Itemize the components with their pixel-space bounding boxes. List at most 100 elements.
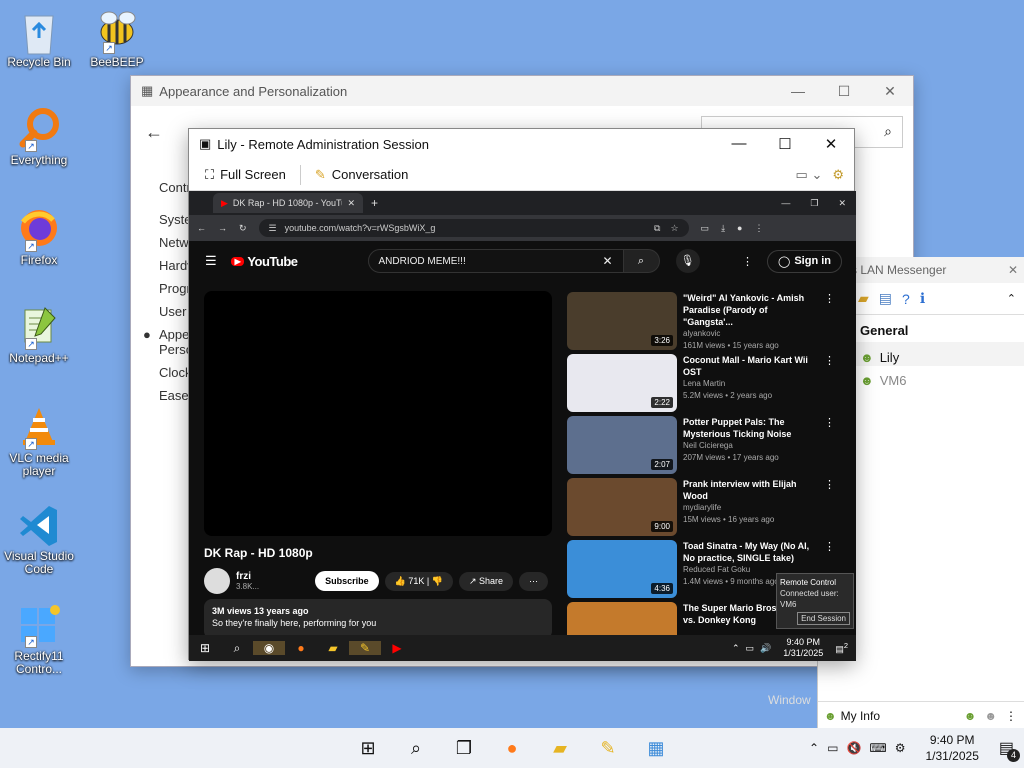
network-icon[interactable]: ▭ — [746, 643, 755, 654]
task-view-icon[interactable]: ❐ — [446, 738, 482, 759]
browser-tab[interactable]: ▶ DK Rap - HD 1080p - YouTube ✕ — [213, 193, 363, 213]
restore-button[interactable]: ❐ — [810, 198, 818, 209]
microphone-icon[interactable]: 🎙 — [675, 249, 700, 273]
chrome-icon[interactable]: ◉ — [253, 641, 285, 655]
control-panel-icon[interactable]: ▦ — [638, 738, 674, 759]
tab-close-icon[interactable]: ✕ — [347, 198, 355, 209]
video-menu-icon[interactable]: ⋮ — [824, 354, 835, 412]
start-icon[interactable]: ⊞ — [189, 641, 221, 655]
recommended-video[interactable]: 2:07 Potter Puppet Pals: The Mysterious … — [567, 416, 847, 474]
settings-gear-icon[interactable]: ⚙ — [832, 167, 844, 183]
minimize-button[interactable]: — — [775, 83, 821, 100]
reload-icon[interactable]: ↻ — [239, 223, 247, 234]
video-menu-icon[interactable]: ⋮ — [824, 478, 835, 536]
help-icon[interactable]: ? — [902, 291, 910, 307]
clock[interactable]: 9:40 PM 1/31/2025 — [925, 732, 978, 764]
remote-clock-time: 9:40 PM — [786, 637, 821, 647]
channel-avatar[interactable] — [204, 568, 230, 594]
close-button[interactable]: ✕ — [838, 198, 846, 209]
maximize-button[interactable]: ☐ — [762, 135, 808, 153]
keyboard-icon[interactable]: ⌨ — [869, 741, 886, 755]
volume-icon[interactable]: 🔊 — [760, 643, 771, 654]
tray-chevron-icon[interactable]: ⌃ — [809, 741, 819, 755]
clear-search-icon[interactable]: ✕ — [602, 254, 612, 268]
back-icon[interactable]: ← — [197, 223, 206, 233]
end-session-button[interactable]: End Session — [797, 612, 850, 625]
my-info-button[interactable]: My Info — [841, 709, 880, 723]
monitor-select-icon[interactable]: ▭ ⌄ — [796, 167, 823, 183]
youtube-search-input[interactable]: ANDRIOD MEME!!! ✕ — [367, 249, 624, 273]
messenger-icon[interactable]: ✎ — [349, 641, 381, 655]
minimize-button[interactable]: — — [716, 135, 762, 153]
info-icon[interactable]: ℹ — [920, 290, 925, 307]
messenger-icon[interactable]: ✎ — [590, 738, 626, 759]
subscribe-button[interactable]: Subscribe — [315, 571, 379, 591]
folder-icon[interactable]: ▰ — [858, 290, 869, 307]
share-button[interactable]: ↗ Share — [458, 571, 514, 591]
firefox-icon[interactable]: ● — [285, 641, 317, 655]
desktop-icon-label: Everything — [10, 153, 68, 167]
forward-icon[interactable]: → — [218, 223, 227, 233]
search-icon[interactable]: ⌕ — [398, 738, 434, 759]
video-menu-icon[interactable]: ⋮ — [824, 416, 835, 474]
open-external-icon[interactable]: ⧉ — [654, 223, 660, 234]
download-icon[interactable]: ⤓ — [721, 223, 725, 234]
desktop-icon-firefox[interactable]: ↗ Firefox — [0, 206, 78, 267]
minimize-button[interactable]: — — [781, 198, 790, 209]
network-icon[interactable]: ▭ — [827, 741, 838, 755]
desktop-icon-notepadpp[interactable]: ↗ Notepad++ — [0, 304, 78, 365]
conversation-button[interactable]: ✎ Conversation — [309, 165, 415, 185]
new-tab-icon[interactable]: + — [371, 196, 378, 210]
maximize-button[interactable]: ☐ — [821, 83, 867, 100]
desktop-icon-recycle-bin[interactable]: Recycle Bin — [0, 8, 78, 69]
video-description[interactable]: 3M views 13 years ago So they're finally… — [204, 599, 552, 639]
close-button[interactable]: ✕ — [808, 135, 854, 153]
video-menu-icon[interactable]: ⋮ — [824, 292, 835, 350]
desktop-icon-rectify11[interactable]: ↗ Rectify11 Contro... — [0, 602, 78, 676]
search-icon[interactable]: ⌕ — [623, 249, 660, 273]
address-bar[interactable]: ☰ youtube.com/watch?v=rWSgsbWiX_g ⧉ ☆ — [258, 219, 689, 237]
file-explorer-icon[interactable]: ▰ — [317, 641, 349, 655]
like-button[interactable]: 👍 71K | 👎 — [384, 571, 453, 591]
recommended-video[interactable]: 2:22 Coconut Mall - Mario Kart Wii OST Le… — [567, 354, 847, 412]
collapse-icon[interactable]: ⌃ — [1007, 292, 1016, 305]
desktop-icon-everything[interactable]: ↗ Everything — [0, 106, 78, 167]
bookmark-star-icon[interactable]: ☆ — [670, 223, 678, 234]
back-arrow-icon[interactable]: ← — [145, 122, 163, 143]
more-actions-button[interactable]: ⋯ — [519, 571, 549, 591]
cast-icon[interactable]: ▭ — [701, 223, 710, 234]
volume-muted-icon[interactable]: 🔇 — [846, 741, 861, 755]
settings-icon[interactable]: ⋮ — [1005, 709, 1017, 723]
desktop-icon-vscode[interactable]: Visual Studio Code — [0, 502, 78, 576]
hamburger-icon[interactable]: ☰ — [205, 253, 217, 269]
signin-button[interactable]: ◯ Sign in — [767, 249, 842, 273]
profile-icon[interactable]: ● — [737, 223, 742, 233]
video-player[interactable] — [204, 291, 552, 536]
history-icon[interactable]: ▤ — [879, 290, 892, 307]
search-icon[interactable]: ⌕ — [221, 641, 253, 656]
firefox-icon[interactable]: ● — [494, 738, 530, 759]
more-options-icon[interactable]: ⋮ — [742, 255, 753, 268]
remote-app-icon: ▣ — [199, 136, 212, 151]
youtube-icon[interactable]: ▶ — [381, 641, 413, 655]
notification-center-icon[interactable]: ▤ 4 — [999, 738, 1020, 762]
menu-icon[interactable]: ⋮ — [754, 223, 763, 234]
status-online-icon[interactable]: ☻ — [964, 709, 977, 723]
status-away-icon[interactable]: ☻ — [984, 709, 997, 723]
notification-icon[interactable]: ▤2 — [835, 641, 848, 655]
close-button[interactable]: ✕ — [867, 83, 913, 100]
settings-gear-icon[interactable]: ⚙ — [895, 741, 906, 755]
recommended-video[interactable]: 9:00 Prank interview with Elijah Wood myd… — [567, 478, 847, 536]
desktop-icon-vlc[interactable]: ↗ VLC media player — [0, 404, 78, 478]
tray-chevron-icon[interactable]: ⌃ — [732, 643, 740, 654]
remote-screen[interactable]: ▶ DK Rap - HD 1080p - YouTube ✕ + — ❐ ✕ … — [189, 191, 856, 661]
start-icon[interactable]: ⊞ — [350, 738, 386, 759]
file-explorer-icon[interactable]: ▰ — [542, 738, 578, 759]
recommended-video[interactable]: 3:26 "Weird" Al Yankovic - Amish Paradis… — [567, 292, 847, 350]
channel-name[interactable]: frzi — [236, 571, 259, 582]
fullscreen-button[interactable]: ⛶ Full Screen — [199, 165, 292, 185]
close-button[interactable]: ✕ — [1008, 263, 1018, 277]
youtube-logo[interactable]: ▶ YouTube — [230, 254, 298, 269]
desktop-icon-beebeep[interactable]: ↗ BeeBEEP — [78, 8, 156, 69]
video-channel: mydiarylife — [683, 503, 722, 512]
